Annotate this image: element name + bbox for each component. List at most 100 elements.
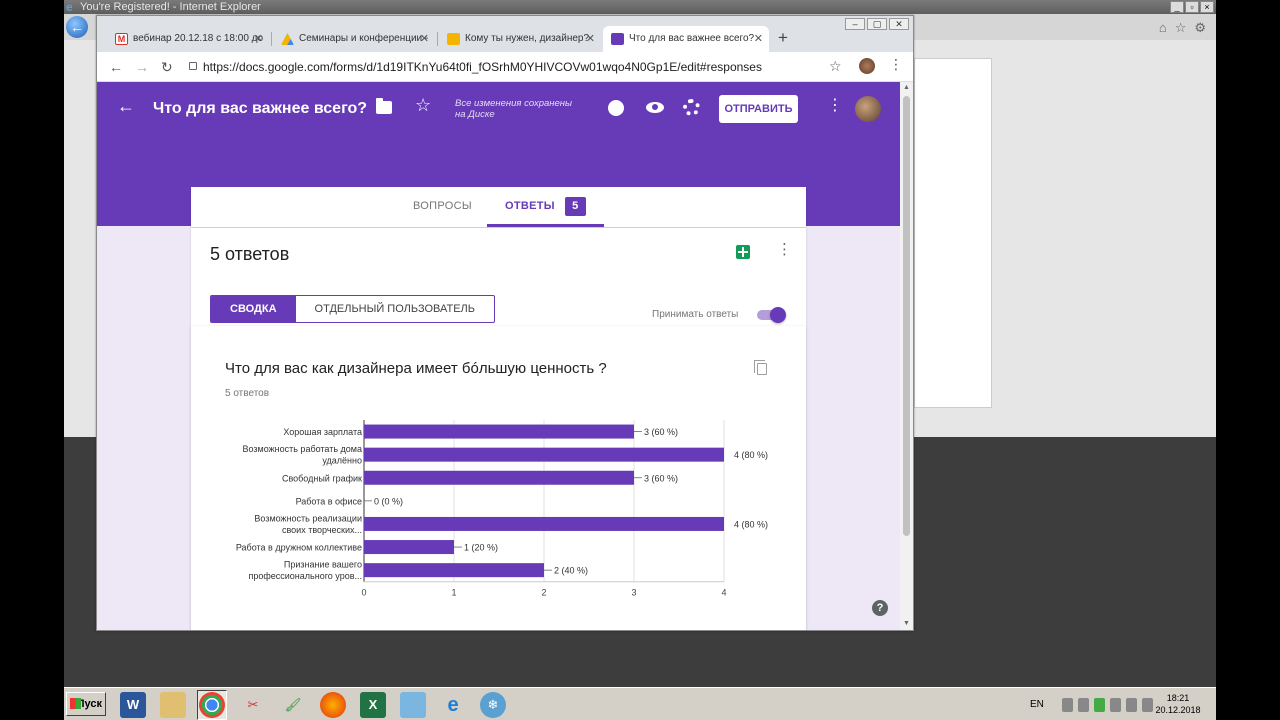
chrome-window: – ▢ ✕ M вебинар 20.12.18 с 18:00 до ✕ Се…: [96, 15, 914, 631]
clock[interactable]: 18:21 20.12.2018: [1152, 692, 1204, 716]
x-tick-label: 3: [631, 588, 636, 598]
form-title[interactable]: Что для вас важнее всего?: [153, 100, 367, 118]
system-tray: EN 18:21 20.12.2018: [1024, 692, 1214, 718]
minimize-icon[interactable]: –: [845, 18, 865, 30]
bookmark-star-icon[interactable]: ☆: [829, 58, 842, 75]
category-label: Возможность реализации: [254, 513, 362, 523]
chrome-menu-icon[interactable]: ⋮: [889, 56, 903, 73]
browser-tab-forms[interactable]: Что для вас важнее всего? ✕: [603, 26, 769, 52]
scroll-down-icon[interactable]: ▼: [903, 620, 910, 627]
chart-bar: [364, 447, 724, 462]
profile-avatar[interactable]: [859, 58, 875, 74]
back-arrow-icon[interactable]: ←: [117, 96, 135, 117]
home-icon[interactable]: ⌂: [1159, 20, 1167, 36]
close-icon[interactable]: ×: [1200, 1, 1214, 13]
scroll-thumb[interactable]: [903, 96, 910, 536]
file-explorer-icon[interactable]: [160, 692, 186, 718]
start-button[interactable]: Пуск: [66, 692, 106, 716]
tab-answers[interactable]: ОТВЕТЫ 5: [487, 187, 604, 227]
word-icon[interactable]: W: [120, 692, 146, 718]
preview-eye-icon[interactable]: [646, 102, 664, 113]
data-label: 2 (40 %): [554, 566, 588, 576]
tab-close-icon[interactable]: ✕: [754, 26, 763, 52]
forms-page: ← Что для вас важнее всего? ☆ Все измене…: [97, 82, 900, 630]
reload-icon[interactable]: ↻: [161, 58, 173, 76]
page-scrollbar[interactable]: ▲ ▼: [900, 82, 913, 630]
tab-close-icon[interactable]: ✕: [254, 26, 263, 52]
lock-icon: [189, 62, 197, 70]
maximize-icon[interactable]: ▫: [1185, 1, 1199, 13]
forward-arrow-icon[interactable]: →: [135, 58, 149, 76]
volume-icon[interactable]: [1078, 698, 1089, 712]
chrome-icon[interactable]: [199, 692, 225, 718]
more-options-icon[interactable]: ⋮: [827, 98, 843, 114]
more-options-icon[interactable]: ⋮: [777, 242, 792, 257]
tray-status-icon[interactable]: [1094, 698, 1105, 712]
settings-gear-icon[interactable]: ⚙: [1194, 20, 1206, 36]
accept-responses-toggle[interactable]: [757, 307, 786, 323]
clock-date: 20.12.2018: [1155, 705, 1201, 715]
account-avatar[interactable]: [855, 96, 881, 122]
accept-responses-label: Принимать ответы: [652, 309, 739, 320]
language-indicator[interactable]: EN: [1030, 699, 1044, 710]
help-icon[interactable]: ?: [872, 600, 888, 616]
ie-page-panel: [914, 58, 992, 408]
internet-explorer-icon[interactable]: e: [440, 692, 466, 718]
chart-bar: [364, 470, 634, 485]
slides-icon: [447, 33, 460, 45]
ie-window-title: You're Registered! - Internet Explorer: [80, 1, 261, 13]
browser-tab-slides[interactable]: Кому ты нужен, дизайнер? ✕: [439, 26, 601, 52]
scissors-icon[interactable]: ✂: [240, 692, 266, 718]
minimize-icon[interactable]: _: [1170, 1, 1184, 13]
tab-close-icon[interactable]: ✕: [420, 26, 429, 52]
category-label: Возможность работать дома: [243, 444, 363, 454]
forms-icon: [611, 33, 624, 45]
sheets-icon[interactable]: [736, 245, 750, 259]
folder-icon[interactable]: [376, 98, 392, 114]
back-arrow-icon[interactable]: ←: [109, 58, 123, 76]
scroll-up-icon[interactable]: ▲: [903, 84, 910, 91]
category-label: Хорошая зарплата: [283, 427, 362, 437]
snowflake-app-icon[interactable]: ❄: [480, 692, 506, 718]
form-tabs: ВОПРОСЫ ОТВЕТЫ 5: [191, 187, 806, 227]
chart-bar: [364, 563, 544, 578]
responses-summary-card: 5 ответов ⋮ СВОДКА ОТДЕЛЬНЫЙ ПОЛЬЗОВАТЕЛ…: [191, 228, 806, 326]
x-tick-label: 1: [451, 588, 456, 598]
settings-gear-icon[interactable]: [683, 99, 700, 116]
answers-count-badge: 5: [564, 197, 586, 216]
tab-label: Семинары и конференции -: [299, 33, 429, 44]
favorites-star-icon[interactable]: ☆: [1175, 20, 1187, 36]
new-tab-button[interactable]: +: [778, 28, 788, 48]
data-label: 3 (60 %): [644, 473, 678, 483]
tray-app-icon[interactable]: [1062, 698, 1073, 712]
palette-icon[interactable]: [608, 100, 624, 116]
tab-questions[interactable]: ВОПРОСЫ: [413, 187, 472, 227]
browser-tab-drive[interactable]: Семинары и конференции - ✕: [273, 26, 435, 52]
x-tick-label: 2: [541, 588, 546, 598]
browser-tab-gmail[interactable]: M вебинар 20.12.18 с 18:00 до ✕: [107, 26, 269, 52]
ie-window-controls: _ ▫ ×: [1170, 1, 1214, 13]
close-icon[interactable]: ✕: [889, 18, 909, 30]
send-button[interactable]: ОТПРАВИТЬ: [719, 95, 798, 123]
category-label: удалённо: [322, 456, 362, 466]
restore-icon[interactable]: ▢: [867, 18, 887, 30]
copy-chart-icon[interactable]: [754, 360, 767, 375]
star-icon[interactable]: ☆: [415, 95, 431, 116]
firefox-icon[interactable]: [320, 692, 346, 718]
category-label: Работа в офисе: [296, 496, 362, 506]
tab-close-icon[interactable]: ✕: [586, 26, 595, 52]
individual-view-button[interactable]: ОТДЕЛЬНЫЙ ПОЛЬЗОВАТЕЛЬ: [296, 296, 494, 322]
tray-app-icon[interactable]: [1110, 698, 1121, 712]
tab-label: Что для вас важнее всего?: [629, 33, 755, 44]
category-label: профессионального уров...: [248, 571, 362, 581]
excel-icon[interactable]: X: [360, 692, 386, 718]
address-bar[interactable]: https://docs.google.com/forms/d/1d19ITKn…: [187, 56, 857, 78]
ie-logo-icon: e: [66, 0, 73, 14]
chart-bar: [364, 424, 634, 439]
notepad-icon[interactable]: [400, 692, 426, 718]
ie-back-button[interactable]: ←: [66, 16, 88, 38]
paint-icon[interactable]: 🖌: [280, 692, 306, 718]
tab-strip: – ▢ ✕ M вебинар 20.12.18 с 18:00 до ✕ Се…: [97, 16, 913, 52]
summary-view-button[interactable]: СВОДКА: [211, 296, 296, 322]
network-icon[interactable]: [1126, 698, 1137, 712]
